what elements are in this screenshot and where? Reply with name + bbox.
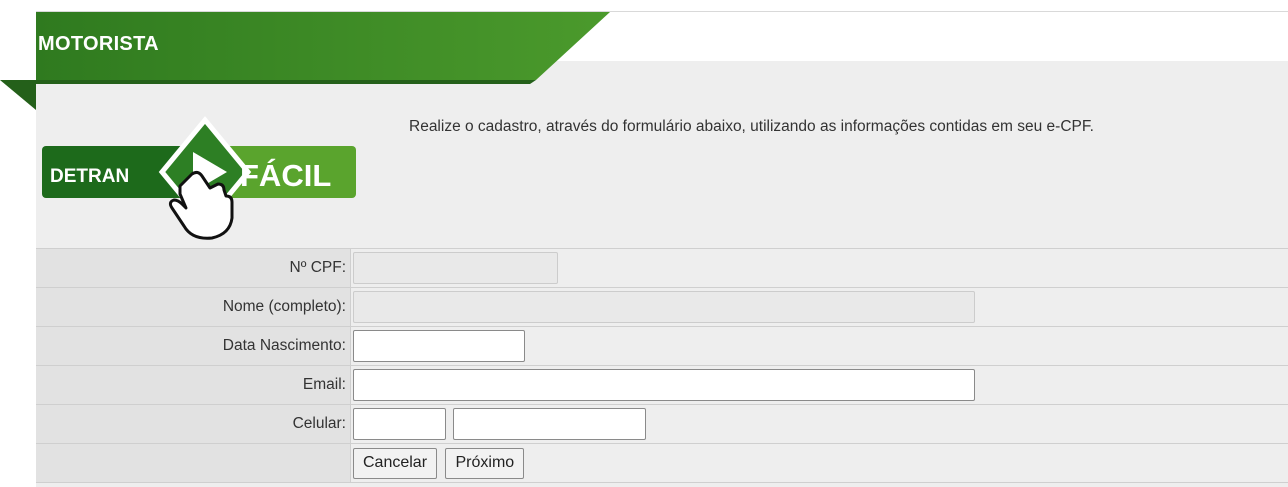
cpf-input[interactable] [353,252,558,284]
celular-ddd-input[interactable] [353,408,446,440]
next-button[interactable]: Próximo [445,447,525,479]
data-nascimento-input[interactable] [353,330,525,362]
form-row-celular: Celular: [36,404,1288,444]
detran-facil-logo: DETRAN FÁCIL [42,116,356,240]
email-input[interactable] [353,369,975,401]
cpf-label: Nº CPF: [36,248,351,288]
logo-left-text: DETRAN [50,166,129,187]
nome-input[interactable] [353,291,975,323]
celular-number-input[interactable] [453,408,647,440]
cancel-button[interactable]: Cancelar [353,447,438,479]
page-title: MOTORISTA [38,33,159,55]
form-row-data-nascimento: Data Nascimento: [36,326,1288,366]
celular-label: Celular: [36,404,351,444]
email-label: Email: [36,365,351,405]
form-row-cpf: Nº CPF: [36,248,1288,288]
header-banner [0,12,610,110]
logo-right-text: FÁCIL [240,158,331,193]
registration-form: Nº CPF: Nome (completo): Data Nascimento… [36,248,1288,483]
form-row-actions: Cancelar Próximo [36,443,1288,483]
form-row-email: Email: [36,365,1288,405]
nome-label: Nome (completo): [36,287,351,327]
form-row-nome: Nome (completo): [36,287,1288,327]
intro-text: Realize o cadastro, através do formulári… [409,118,1094,135]
data-nascimento-label: Data Nascimento: [36,326,351,366]
